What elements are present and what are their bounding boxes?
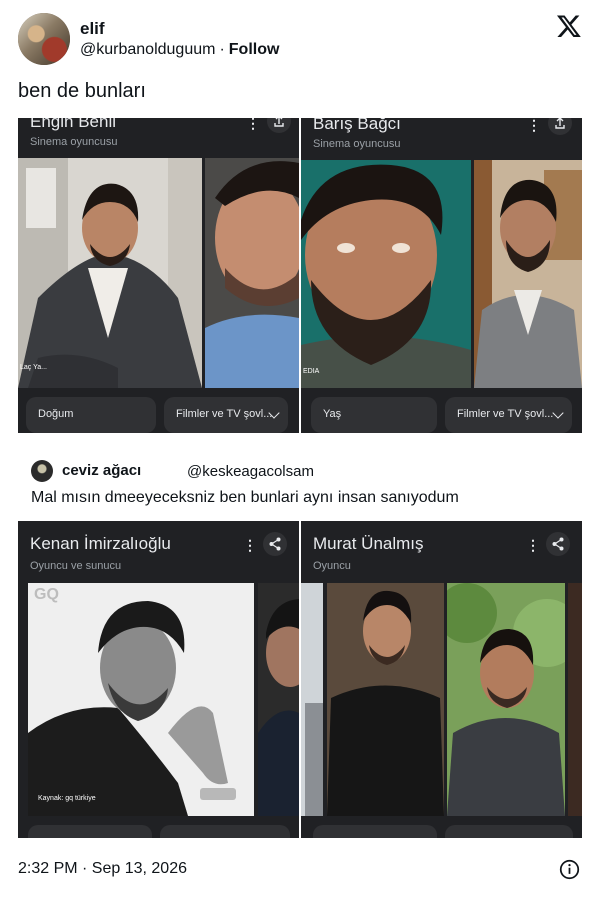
tweet: elif @kurbanolduguum · Follow ben de bunla… [0,0,600,900]
photo-source-caption: EDIA [303,368,320,375]
google-panel-engin-benli: Engin Benli Sinema oyuncusu ⋮ Laç Ya... [18,118,299,433]
photo-kenan-1[interactable]: GQ Kaynak: gq türkiye [28,583,254,816]
quoted-author-name[interactable]: ceviz ağacı [62,462,141,479]
share-icon[interactable] [546,532,570,556]
quoted-author-avatar[interactable] [31,460,53,482]
author-avatar[interactable] [18,13,70,65]
photo-kenan-2[interactable] [258,583,299,816]
chip-placeholder-left[interactable] [313,825,437,838]
photo-engin-1[interactable]: Laç Ya... [18,158,202,388]
panel-subtitle: Oyuncu [313,560,351,572]
tweet-timestamp[interactable]: 2:32 PM · Sep 13, 2026 [18,860,187,878]
photo-murat-1[interactable] [327,583,444,816]
more-options-icon[interactable]: ⋮ [243,538,257,552]
chip-filmler[interactable]: Filmler ve TV şovl... [445,397,572,433]
more-options-icon[interactable]: ⋮ [527,118,541,132]
author-handle[interactable]: @kurbanolduguum [80,41,215,58]
panel-subtitle: Sinema oyuncusu [30,136,118,148]
panel-title: Kenan İmirzalıoğlu [30,534,171,553]
x-logo-icon[interactable] [556,13,582,39]
info-icon[interactable] [559,859,580,880]
more-options-icon[interactable]: ⋮ [246,118,260,130]
photo-murat-3[interactable] [568,583,582,816]
quoted-tweet-text: Mal mısın dmeeyeceksniz ben bunlari aynı… [31,489,459,506]
share-icon[interactable] [263,532,287,556]
google-panel-baris-bagci: Barış Bağcı Sinema oyuncusu ⋮ EDIA Yaş F… [301,118,582,433]
chip-placeholder-left[interactable] [28,825,152,838]
photo-baris-2[interactable] [474,160,582,388]
gq-watermark: GQ [34,586,59,603]
photo-engin-2[interactable] [205,158,299,388]
follow-button[interactable]: Follow [229,41,280,58]
chip-label: Filmler ve TV şovl... [457,408,554,420]
separator-dot: · [219,41,225,58]
chip-yas[interactable]: Yaş [311,397,437,433]
photo-murat-0[interactable] [301,583,323,816]
tweet-text: ben de bunları [18,80,146,102]
chip-placeholder-right[interactable] [160,825,290,838]
chip-label: Yaş [323,408,342,420]
photo-source-caption: Kaynak: gq türkiye [38,795,96,802]
chip-label: Doğum [38,408,74,420]
panel-subtitle: Oyuncu ve sunucu [30,560,122,572]
chip-label: Filmler ve TV şovl... [176,408,273,420]
chip-placeholder-right[interactable] [445,825,573,838]
panel-title: Engin Benli [30,118,117,131]
google-panel-kenan-imirzalioglu: Kenan İmirzalıoğlu Oyuncu ve sunucu ⋮ GQ… [18,521,299,838]
panel-subtitle: Sinema oyuncusu [313,138,401,150]
author-handle-row: @kurbanolduguum · Follow [80,41,279,59]
google-panel-murat-unalmis: Murat Ünalmış Oyuncu ⋮ [301,521,582,838]
chevron-down-icon [552,407,564,419]
author-name[interactable]: elif [80,19,105,39]
chip-dogum[interactable]: Doğum [26,397,156,433]
chip-filmler[interactable]: Filmler ve TV şovl... [164,397,288,433]
panel-title: Barış Bağcı [313,118,401,133]
more-options-icon[interactable]: ⋮ [526,538,540,552]
photo-baris-1[interactable]: EDIA [301,160,471,388]
share-icon[interactable] [548,118,572,135]
quoted-author-handle[interactable]: @keskeagacolsam [187,463,314,480]
panel-title: Murat Ünalmış [313,534,424,553]
photo-source-caption: Laç Ya... [20,364,47,371]
share-icon[interactable] [267,118,291,133]
photo-murat-2[interactable] [447,583,565,816]
